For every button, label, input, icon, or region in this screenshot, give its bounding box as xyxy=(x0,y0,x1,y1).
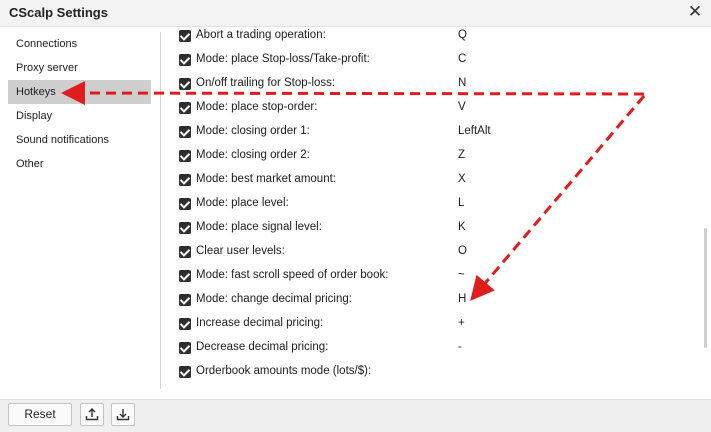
hotkey-label: Increase decimal pricing: xyxy=(196,317,324,329)
hotkey-key[interactable]: Q xyxy=(458,29,467,41)
upload-icon xyxy=(85,408,99,421)
hotkey-key[interactable]: C xyxy=(458,53,466,65)
hotkey-checkbox[interactable] xyxy=(179,246,191,258)
sidebar-item-hotkeys[interactable]: Hotkeys xyxy=(8,80,151,104)
hotkey-row: Orderbook amounts mode (lots/$): xyxy=(161,362,701,386)
hotkey-key[interactable]: ~ xyxy=(458,269,465,281)
hotkey-label: Mode: best market amount: xyxy=(196,173,336,185)
hotkey-checkbox[interactable] xyxy=(179,30,191,42)
hotkey-row: Mode: place Stop-loss/Take-profit: C xyxy=(161,50,701,74)
hotkey-label: Mode: change decimal pricing: xyxy=(196,293,352,305)
sidebar-item-sound-notifications[interactable]: Sound notifications xyxy=(8,128,151,152)
hotkey-key[interactable]: V xyxy=(458,101,466,113)
hotkey-row: Mode: place stop-order: V xyxy=(161,98,701,122)
title-bar: CScalp Settings ✕ xyxy=(0,0,711,27)
hotkey-row: Mode: place level: L xyxy=(161,194,701,218)
hotkey-label: Mode: place Stop-loss/Take-profit: xyxy=(196,53,370,65)
hotkey-checkbox[interactable] xyxy=(179,198,191,210)
hotkey-row: On/off trailing for Stop-loss: N xyxy=(161,74,701,98)
sidebar-item-other[interactable]: Other xyxy=(8,152,151,176)
hotkey-checkbox[interactable] xyxy=(179,54,191,66)
hotkey-label: On/off trailing for Stop-loss: xyxy=(196,77,336,89)
settings-sidebar: Connections Proxy server Hotkeys Display… xyxy=(0,27,160,389)
hotkey-label: Mode: closing order 1: xyxy=(196,125,310,137)
sidebar-item-connections[interactable]: Connections xyxy=(8,32,151,56)
hotkey-checkbox[interactable] xyxy=(179,126,191,138)
hotkey-checkbox[interactable] xyxy=(179,366,191,378)
hotkey-key[interactable]: L xyxy=(458,197,464,209)
hotkey-label: Mode: closing order 2: xyxy=(196,149,310,161)
export-button[interactable] xyxy=(80,403,104,426)
download-icon xyxy=(116,409,130,421)
hotkey-row: Mode: closing order 2: Z xyxy=(161,146,701,170)
close-icon[interactable]: ✕ xyxy=(686,3,704,21)
hotkey-key[interactable]: X xyxy=(458,173,466,185)
window-title: CScalp Settings xyxy=(9,5,108,20)
hotkey-key[interactable]: N xyxy=(458,77,466,89)
hotkey-row: Mode: closing order 1: LeftAlt xyxy=(161,122,701,146)
import-button[interactable] xyxy=(111,403,135,426)
sidebar-item-proxy-server[interactable]: Proxy server xyxy=(8,56,151,80)
hotkey-key[interactable]: H xyxy=(458,293,466,305)
hotkey-row: Abort a trading operation: Q xyxy=(161,26,701,50)
hotkey-checkbox[interactable] xyxy=(179,102,191,114)
hotkey-row: Mode: change decimal pricing: H xyxy=(161,290,701,314)
hotkey-checkbox[interactable] xyxy=(179,342,191,354)
hotkey-row: Increase decimal pricing: + xyxy=(161,314,701,338)
hotkey-row: Decrease decimal pricing: - xyxy=(161,338,701,362)
hotkeys-list: Abort a trading operation: Q Mode: place… xyxy=(161,26,701,390)
hotkey-key[interactable]: O xyxy=(458,245,467,257)
hotkey-label: Orderbook amounts mode (lots/$): xyxy=(196,365,372,377)
hotkey-row: Mode: fast scroll speed of order book: ~ xyxy=(161,266,701,290)
hotkey-checkbox[interactable] xyxy=(179,174,191,186)
scrollbar-thumb[interactable] xyxy=(704,228,707,348)
hotkey-checkbox[interactable] xyxy=(179,78,191,90)
hotkey-label: Abort a trading operation: xyxy=(196,29,326,41)
hotkey-label: Decrease decimal pricing: xyxy=(196,341,329,353)
hotkey-key[interactable]: Z xyxy=(458,149,465,161)
hotkey-label: Mode: place stop-order: xyxy=(196,101,318,113)
hotkey-checkbox[interactable] xyxy=(179,222,191,234)
hotkey-key[interactable]: LeftAlt xyxy=(458,125,491,137)
hotkey-row: Clear user levels: O xyxy=(161,242,701,266)
hotkey-key[interactable]: K xyxy=(458,221,466,233)
hotkey-label: Mode: place signal level: xyxy=(196,221,322,233)
hotkey-label: Mode: place level: xyxy=(196,197,289,209)
hotkey-row: Mode: best market amount: X xyxy=(161,170,701,194)
reset-button[interactable]: Reset xyxy=(8,403,72,426)
hotkey-key[interactable]: + xyxy=(458,317,465,329)
hotkey-label: Mode: fast scroll speed of order book: xyxy=(196,269,389,281)
hotkey-checkbox[interactable] xyxy=(179,270,191,282)
sidebar-item-display[interactable]: Display xyxy=(8,104,151,128)
hotkey-checkbox[interactable] xyxy=(179,294,191,306)
hotkey-label: Clear user levels: xyxy=(196,245,285,257)
footer-bar: Reset xyxy=(0,399,711,432)
hotkey-key[interactable]: - xyxy=(458,341,462,353)
hotkey-checkbox[interactable] xyxy=(179,150,191,162)
hotkey-checkbox[interactable] xyxy=(179,318,191,330)
hotkey-row: Mode: place signal level: K xyxy=(161,218,701,242)
